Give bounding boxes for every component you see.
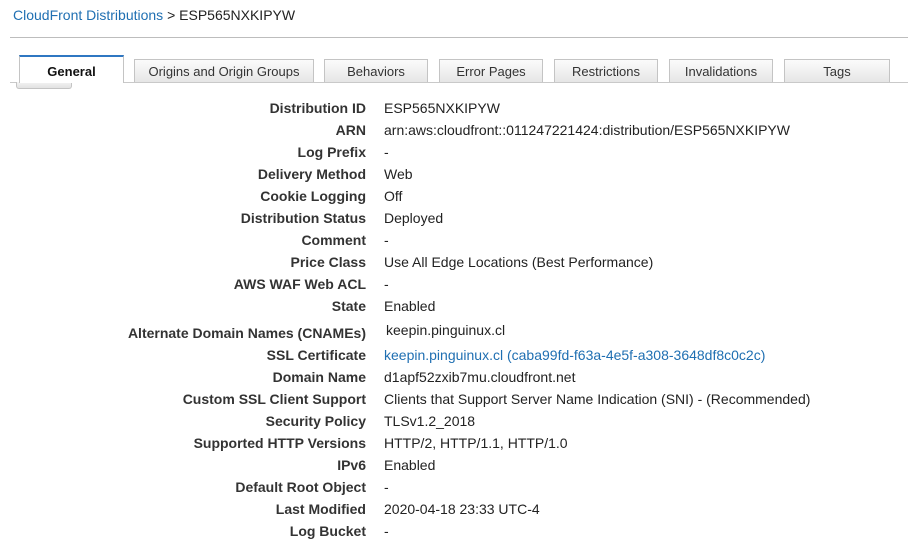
detail-row-delivery-method: Delivery Method Web [0,163,908,185]
breadcrumb-cloudfront-distributions-link[interactable]: CloudFront Distributions [13,7,163,23]
detail-label: Log Prefix [297,144,366,160]
detail-label: Log Bucket [289,523,366,539]
detail-value: - [384,523,389,539]
breadcrumb-current: ESP565NXKIPYW [179,7,296,23]
detail-value: Enabled [384,457,436,473]
detail-value: d1apf52zxib7mu.cloudfront.net [384,369,576,385]
tab-tags[interactable]: Tags [784,59,890,82]
detail-label: Default Root Object [235,479,366,495]
detail-row-default-root-object: Default Root Object - [0,476,908,498]
tab-general[interactable]: General [19,55,124,83]
detail-row-state: State Enabled [0,295,908,317]
detail-label: SSL Certificate [266,347,366,363]
detail-row-log-bucket: Log Bucket - [0,520,908,542]
detail-label: Distribution Status [240,210,366,226]
detail-label: ARN [335,122,366,138]
detail-label: Comment [301,232,366,248]
detail-value: Use All Edge Locations (Best Performance… [384,254,654,270]
tab-restrictions[interactable]: Restrictions [554,59,658,82]
tab-error-pages[interactable]: Error Pages [439,59,543,82]
detail-value: 2020-04-18 23:33 UTC-4 [384,501,540,517]
detail-row-price-class: Price Class Use All Edge Locations (Best… [0,251,908,273]
detail-label: State [331,298,366,314]
detail-label: Alternate Domain Names (CNAMEs) [127,325,366,341]
tab-bar-baseline [10,82,908,83]
detail-row-log-prefix: Log Prefix - [0,141,908,163]
detail-row-domain-name: Domain Name d1apf52zxib7mu.cloudfront.ne… [0,366,908,388]
header-divider [10,37,908,38]
detail-row-security-policy: Security Policy TLSv1.2_2018 [0,410,908,432]
detail-label: Custom SSL Client Support [182,391,366,407]
detail-row-aws-waf-web-acl: AWS WAF Web ACL - [0,273,908,295]
detail-row-distribution-id: Distribution ID ESP565NXKIPYW [0,97,908,119]
detail-row-arn: ARN arn:aws:cloudfront::011247221424:dis… [0,119,908,141]
detail-label: Price Class [290,254,367,270]
detail-row-alternate-domain-names: Alternate Domain Names (CNAMEs) keepin.p… [0,321,908,343]
detail-label: Delivery Method [257,166,366,182]
detail-value: - [384,232,389,248]
detail-row-custom-ssl-client-support: Custom SSL Client Support Clients that S… [0,388,908,410]
detail-value: ESP565NXKIPYW [384,100,500,116]
breadcrumb-separator: > [167,7,176,23]
detail-row-last-modified: Last Modified 2020-04-18 23:33 UTC-4 [0,498,908,520]
detail-value: - [384,144,389,160]
detail-value: Enabled [384,298,436,314]
detail-label: AWS WAF Web ACL [233,276,366,292]
detail-label: Security Policy [265,413,366,429]
detail-value: - [384,479,389,495]
detail-value: Off [384,188,403,204]
detail-row-ssl-certificate: SSL Certificate keepin.pinguinux.cl (cab… [0,344,908,366]
detail-label: Cookie Logging [260,188,366,204]
detail-row-supported-http-versions: Supported HTTP Versions HTTP/2, HTTP/1.1… [0,432,908,454]
detail-row-ipv6: IPv6 Enabled [0,454,908,476]
detail-value: TLSv1.2_2018 [384,413,476,429]
detail-value: Deployed [384,210,444,226]
detail-value: HTTP/2, HTTP/1.1, HTTP/1.0 [384,435,568,451]
breadcrumb: CloudFront Distributions > ESP565NXKIPYW [13,6,295,24]
detail-value: - [384,276,389,292]
detail-value: Clients that Support Server Name Indicat… [384,391,811,407]
tab-invalidations[interactable]: Invalidations [669,59,773,82]
tab-behaviors[interactable]: Behaviors [324,59,428,82]
detail-label: Supported HTTP Versions [193,435,366,451]
detail-value: arn:aws:cloudfront::011247221424:distrib… [384,122,790,138]
detail-row-cookie-logging: Cookie Logging Off [0,185,908,207]
ssl-certificate-link[interactable]: keepin.pinguinux.cl (caba99fd-f63a-4e5f-… [384,344,765,366]
detail-row-distribution-status: Distribution Status Deployed [0,207,908,229]
detail-value: Web [384,166,413,182]
detail-label: IPv6 [337,457,366,473]
detail-label: Last Modified [275,501,366,517]
detail-row-comment: Comment - [0,229,908,251]
detail-label: Distribution ID [269,100,366,116]
tab-origins-and-origin-groups[interactable]: Origins and Origin Groups [134,59,314,82]
detail-label: Domain Name [272,369,366,385]
detail-value: keepin.pinguinux.cl [386,322,506,338]
